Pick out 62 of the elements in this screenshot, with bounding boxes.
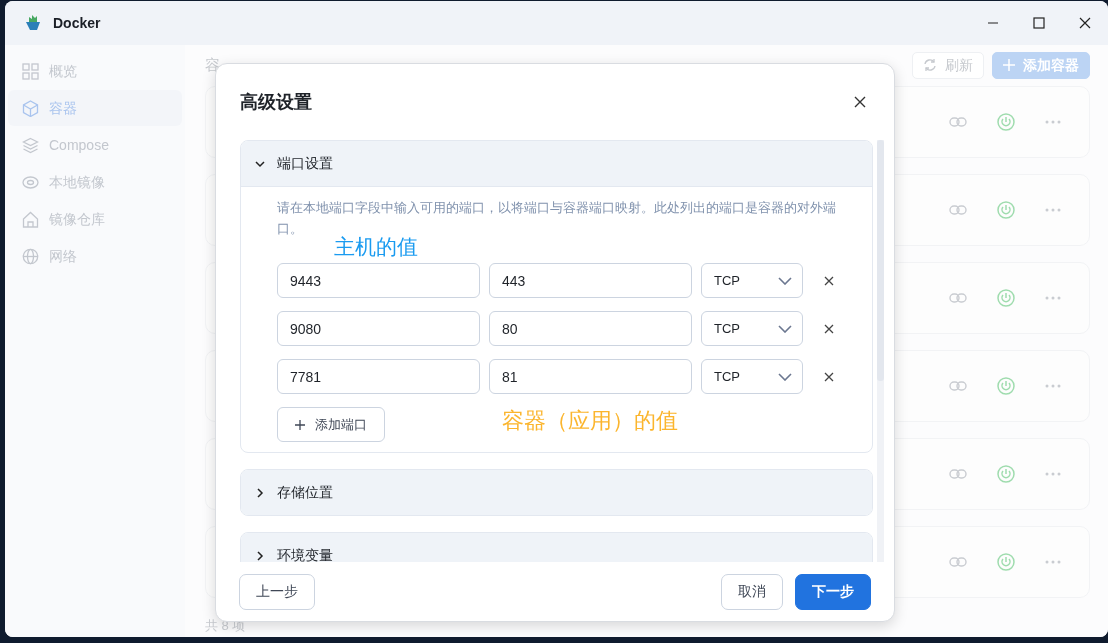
more-icon xyxy=(1045,295,1061,300)
chevron-icon xyxy=(255,550,265,561)
host-port-field[interactable]: 9080 xyxy=(277,311,480,346)
power-icon[interactable] xyxy=(997,376,1015,395)
more-icon xyxy=(1045,119,1061,124)
chevron-icon xyxy=(255,158,265,169)
host-port-field[interactable]: 9443 xyxy=(277,263,480,298)
more-icon xyxy=(1045,471,1061,476)
protocol-select[interactable]: TCP xyxy=(701,359,803,394)
power-icon[interactable] xyxy=(997,200,1015,219)
section-header[interactable]: 环境变量 xyxy=(241,533,872,562)
link-icon xyxy=(949,116,967,127)
refresh-icon xyxy=(923,58,937,73)
home-icon xyxy=(22,210,39,228)
remove-icon xyxy=(824,323,834,334)
power-icon[interactable] xyxy=(997,464,1015,483)
annotation-text: 主机的值 xyxy=(334,234,418,260)
cancel-button[interactable]: 取消 xyxy=(721,573,783,610)
link-icon xyxy=(949,468,967,479)
power-icon[interactable] xyxy=(997,552,1015,571)
power-icon[interactable] xyxy=(997,288,1015,307)
power-icon[interactable] xyxy=(997,112,1015,131)
grid-icon xyxy=(22,62,39,80)
protocol-select[interactable]: TCP xyxy=(701,311,803,346)
protocol-select[interactable]: TCP xyxy=(701,263,803,298)
plus-icon xyxy=(295,419,305,430)
more-icon xyxy=(1045,559,1061,564)
maximize-icon xyxy=(1033,17,1045,29)
section-header[interactable]: 端口设置 xyxy=(241,141,872,186)
chevron-icon xyxy=(778,276,792,285)
remove-icon xyxy=(824,371,834,382)
chevron-icon xyxy=(255,487,265,498)
remove-icon xyxy=(824,275,834,286)
container-port-field[interactable]: 443 xyxy=(489,263,692,298)
globe-icon xyxy=(22,247,39,265)
window-title: Docker xyxy=(53,13,101,33)
section-description: 请在本地端口字段中输入可用的端口，以将端口与容器端口映射。此处列出的端口是容器的对外端口。 xyxy=(277,199,836,236)
link-icon xyxy=(949,380,967,391)
container-port-field[interactable]: 80 xyxy=(489,311,692,346)
chevron-icon xyxy=(778,372,792,381)
layers-icon xyxy=(22,136,39,154)
app-logo-icon xyxy=(23,13,43,33)
disk-icon xyxy=(22,173,39,191)
close-icon xyxy=(854,96,866,108)
close-icon xyxy=(1079,17,1091,29)
annotation-text: 容器（应用）的值 xyxy=(501,407,679,434)
plus-icon xyxy=(1003,59,1015,72)
scrollbar[interactable] xyxy=(877,140,884,562)
container-port-field[interactable]: 81 xyxy=(489,359,692,394)
link-icon xyxy=(949,204,967,215)
host-port-field[interactable]: 7781 xyxy=(277,359,480,394)
dialog-title: 高级设置 xyxy=(240,90,312,114)
more-icon xyxy=(1045,207,1061,212)
next-button[interactable]: 下一步 xyxy=(795,573,871,610)
link-icon xyxy=(949,556,967,567)
cube-icon xyxy=(22,99,39,117)
link-icon xyxy=(949,292,967,303)
chevron-icon xyxy=(778,324,792,333)
add-port-button[interactable]: 添加端口 xyxy=(277,407,385,442)
section-header[interactable]: 存储位置 xyxy=(241,470,872,515)
back-button[interactable]: 上一步 xyxy=(239,573,315,610)
more-icon xyxy=(1045,383,1061,388)
